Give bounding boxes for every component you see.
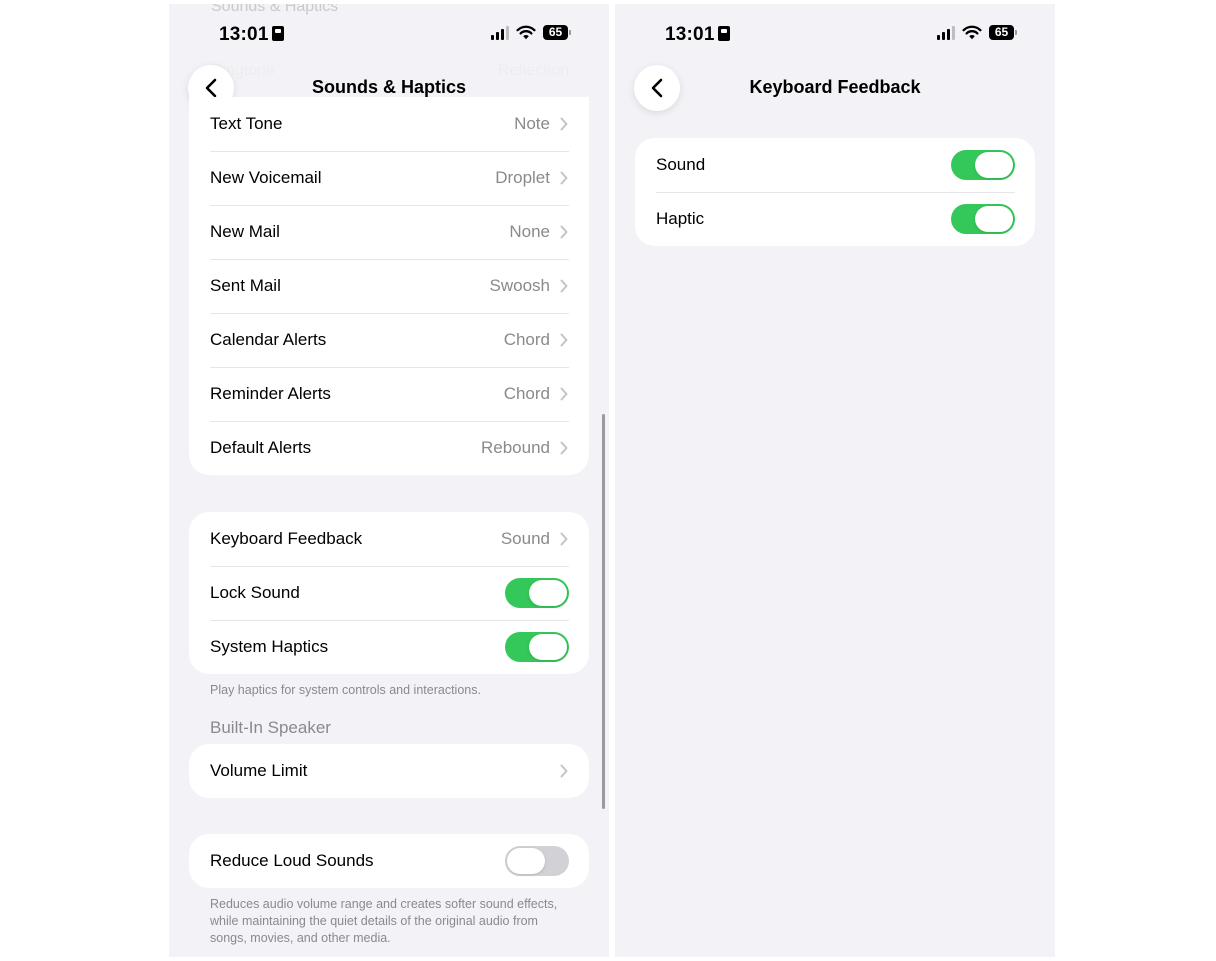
loud-sounds-group: Reduce Loud Sounds: [189, 834, 589, 888]
chevron-left-icon: [205, 78, 217, 98]
chevron-right-icon: [560, 387, 568, 401]
tone-row-default-alerts[interactable]: Default Alerts Rebound: [189, 421, 589, 475]
built-in-speaker-header: Built-In Speaker: [210, 718, 331, 737]
status-bar: 13:01 65: [615, 4, 1055, 64]
chevron-right-icon: [560, 171, 568, 185]
row-label: Reduce Loud Sounds: [210, 851, 374, 870]
page-title: Sounds & Haptics: [311, 77, 467, 97]
haptic-toggle[interactable]: [951, 204, 1015, 234]
status-time: 13:01: [219, 24, 284, 46]
row-value: Note: [514, 114, 550, 133]
person-focus-icon: [717, 26, 730, 41]
chevron-left-icon: [651, 78, 663, 98]
chevron-right-icon: [560, 279, 568, 293]
row-label: Sent Mail: [210, 276, 281, 295]
row-label: Lock Sound: [210, 583, 300, 602]
row-value: Chord: [503, 330, 550, 349]
status-icons: 65: [491, 25, 571, 40]
row-label: Volume Limit: [210, 761, 308, 780]
cellular-signal-icon: [937, 25, 955, 40]
row-label: System Haptics: [210, 637, 329, 656]
system-haptics-toggle[interactable]: [505, 632, 569, 662]
cellular-signal-icon: [491, 25, 509, 40]
chevron-right-icon: [560, 532, 568, 546]
haptic-row: Haptic: [635, 192, 1035, 246]
scroll-indicator[interactable]: [602, 414, 605, 809]
system-haptics-footer: Play haptics for system controls and int…: [210, 683, 481, 697]
battery-icon: 65: [543, 25, 571, 40]
reduce-loud-sounds-footer: Reduces audio volume range and creates s…: [210, 897, 558, 945]
tone-row-text-tone[interactable]: Text Tone Note: [189, 97, 589, 151]
row-label: Keyboard Feedback: [210, 529, 363, 548]
tone-row-sent-mail[interactable]: Sent Mail Swoosh: [189, 259, 589, 313]
sound-toggle[interactable]: [951, 150, 1015, 180]
chevron-right-icon: [560, 333, 568, 347]
feedback-group: Keyboard Feedback Sound Lock Sound Syste…: [189, 512, 589, 674]
row-label: Calendar Alerts: [210, 330, 327, 349]
reduce-loud-sounds-toggle[interactable]: [505, 846, 569, 876]
wifi-icon: [516, 25, 536, 40]
row-label: Sound: [656, 155, 706, 174]
lock-sound-toggle[interactable]: [505, 578, 569, 608]
tone-row-new-mail[interactable]: New Mail None: [189, 205, 589, 259]
keyboard-feedback-row[interactable]: Keyboard Feedback Sound: [189, 512, 589, 566]
row-value: None: [509, 222, 550, 241]
row-value: Chord: [503, 384, 550, 403]
person-focus-icon: [271, 26, 284, 41]
chevron-right-icon: [560, 441, 568, 455]
tone-row-calendar-alerts[interactable]: Calendar Alerts Chord: [189, 313, 589, 367]
lock-sound-row: Lock Sound: [189, 566, 589, 620]
row-label: Haptic: [656, 209, 705, 228]
status-icons: 65: [937, 25, 1017, 40]
row-value: Rebound: [480, 438, 550, 457]
keyboard-feedback-options: Sound Haptic: [635, 138, 1035, 246]
status-bar: 13:01 65: [169, 4, 609, 64]
row-label: New Voicemail: [210, 168, 322, 187]
status-time: 13:01: [665, 24, 730, 46]
page-title: Keyboard Feedback: [749, 77, 921, 97]
row-label: Text Tone: [210, 114, 283, 133]
sounds-haptics-screen: Sounds & Haptics Ringtone Reflection 13:…: [169, 4, 609, 957]
row-label: New Mail: [210, 222, 280, 241]
system-haptics-row: System Haptics: [189, 620, 589, 674]
tone-row-reminder-alerts[interactable]: Reminder Alerts Chord: [189, 367, 589, 421]
wifi-icon: [962, 25, 982, 40]
sound-row: Sound: [635, 138, 1035, 192]
row-label: Default Alerts: [210, 438, 312, 457]
chevron-right-icon: [560, 225, 568, 239]
speaker-group: Volume Limit: [189, 744, 589, 798]
battery-icon: 65: [989, 25, 1017, 40]
clock-label: 13:01: [219, 24, 269, 45]
volume-limit-row[interactable]: Volume Limit: [189, 744, 589, 798]
tones-group: Text Tone Note New Voicemail Droplet New…: [189, 97, 589, 475]
row-value: Sound: [500, 529, 550, 548]
tone-row-new-voicemail[interactable]: New Voicemail Droplet: [189, 151, 589, 205]
row-value: Swoosh: [489, 276, 550, 295]
row-value: Droplet: [495, 168, 550, 187]
battery-level: 65: [989, 25, 1014, 40]
clock-label: 13:01: [665, 24, 715, 45]
keyboard-feedback-screen: 13:01 65 Keyboard Feedback Sound Haptic: [615, 4, 1055, 957]
back-button[interactable]: [634, 65, 680, 111]
battery-level: 65: [543, 25, 568, 40]
row-label: Reminder Alerts: [210, 384, 331, 403]
chevron-right-icon: [560, 764, 568, 778]
chevron-right-icon: [560, 117, 568, 131]
reduce-loud-sounds-row: Reduce Loud Sounds: [189, 834, 589, 888]
